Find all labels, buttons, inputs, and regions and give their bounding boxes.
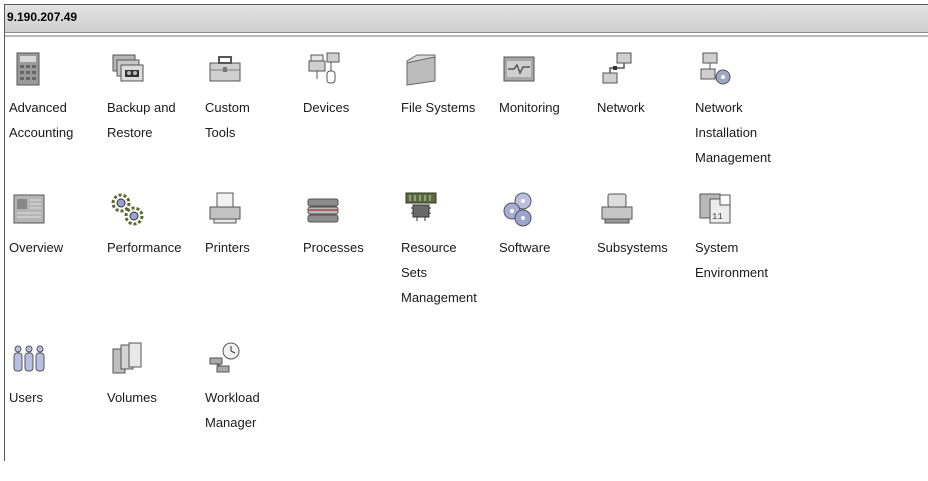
network-install-icon[interactable] [697,51,733,87]
title-bar: 9.190.207.49 [5,5,928,33]
label-line: Printers [205,240,250,255]
launcher-item[interactable]: Processes [303,191,400,331]
launcher-item-label: Subsystems [597,235,693,260]
label-line: Sets [401,265,428,280]
launcher-item-label: Workload Manager [205,385,301,435]
launcher-item-label: Resource Sets Management [401,235,497,310]
label-line: File Systems [401,100,476,115]
label-line: Network [695,100,743,115]
label-line: Tools [205,125,236,140]
label-line: Monitoring [499,100,560,115]
launcher-item[interactable]: Network Installation Management [695,51,792,191]
label-line: Network [597,100,645,115]
subsystems-icon[interactable] [599,191,635,227]
chip-icon[interactable] [403,191,439,227]
network-icon[interactable] [599,51,635,87]
label-line: Backup and [107,100,176,115]
launcher-item[interactable]: Volumes [107,341,204,481]
launcher-item[interactable]: Printers [205,191,302,331]
launcher-item[interactable]: Monitoring [499,51,596,191]
label-line: Management [401,290,477,305]
divider [5,35,928,37]
folder-icon[interactable] [403,51,439,87]
devices-icon[interactable] [305,51,341,87]
launcher-item[interactable]: 11 System Environment [695,191,792,331]
launcher-item[interactable]: Performance [107,191,204,331]
launcher-item-label: Backup and Restore [107,95,203,145]
launcher-item-label: System Environment [695,235,791,285]
launcher-item-label: Network [597,95,693,120]
label-line: Devices [303,100,350,115]
launcher-item[interactable]: File Systems [401,51,498,191]
launcher-item[interactable]: Subsystems [597,191,694,331]
processes-icon[interactable] [305,191,341,227]
launcher-item-label: Devices [303,95,399,120]
calculator-icon[interactable] [11,51,47,87]
label-line: Volumes [107,390,157,405]
printer-icon[interactable] [207,191,243,227]
label-line: Environment [695,265,768,280]
label-line: Restore [107,125,153,140]
app-window: 9.190.207.49 Advanced Accounting Backup an… [4,4,928,461]
launcher-item-label: Processes [303,235,399,260]
launcher-item-label: Monitoring [499,95,595,120]
svg-text:11: 11 [712,212,723,222]
launcher-item-label: Users [9,385,105,410]
launcher-item-label: Software [499,235,595,260]
software-discs-icon[interactable] [501,191,537,227]
launcher-item[interactable]: Overview [9,191,106,331]
launcher-item[interactable]: Resource Sets Management [401,191,498,331]
label-line: Subsystems [597,240,668,255]
overview-icon[interactable] [11,191,47,227]
launcher-item[interactable]: Backup and Restore [107,51,204,191]
launcher-item[interactable]: Users [9,341,106,481]
calendar-icon[interactable]: 11 [697,191,733,227]
launcher-item[interactable]: Network [597,51,694,191]
label-line: Custom [205,100,250,115]
label-line: Installation [695,125,758,140]
launcher-item[interactable]: Advanced Accounting [9,51,106,191]
label-line: Processes [303,240,364,255]
label-line: Advanced [9,100,67,115]
label-line: Resource [401,240,457,255]
launcher-item-label: Printers [205,235,301,260]
launcher-item-label: Custom Tools [205,95,301,145]
gears-icon[interactable] [109,191,145,227]
window-title: 9.190.207.49 [7,10,78,24]
label-line: Software [499,240,551,255]
label-line: Workload [205,390,260,405]
launcher-item-label: Performance [107,235,203,260]
launcher-item-label: Advanced Accounting [9,95,105,145]
launcher-item[interactable]: Software [499,191,596,331]
toolbox-icon[interactable] [207,51,243,87]
label-line: Accounting [9,125,74,140]
label-line: Management [695,150,771,165]
tape-backup-icon[interactable] [109,51,145,87]
workload-icon[interactable] [207,341,243,377]
volumes-icon[interactable] [109,341,145,377]
label-line: System [695,240,739,255]
label-line: Manager [205,415,257,430]
launcher-item-label: Volumes [107,385,203,410]
launcher-item-label: Overview [9,235,105,260]
monitor-icon[interactable] [501,51,537,87]
launcher-item-label: File Systems [401,95,497,120]
launcher-item[interactable]: Workload Manager [205,341,302,481]
launcher-item[interactable]: Custom Tools [205,51,302,191]
label-line: Overview [9,240,64,255]
launcher-item[interactable]: Devices [303,51,400,191]
label-line: Performance [107,240,182,255]
users-icon[interactable] [11,341,47,377]
label-line: Users [9,390,43,405]
launcher-item-label: Network Installation Management [695,95,791,170]
